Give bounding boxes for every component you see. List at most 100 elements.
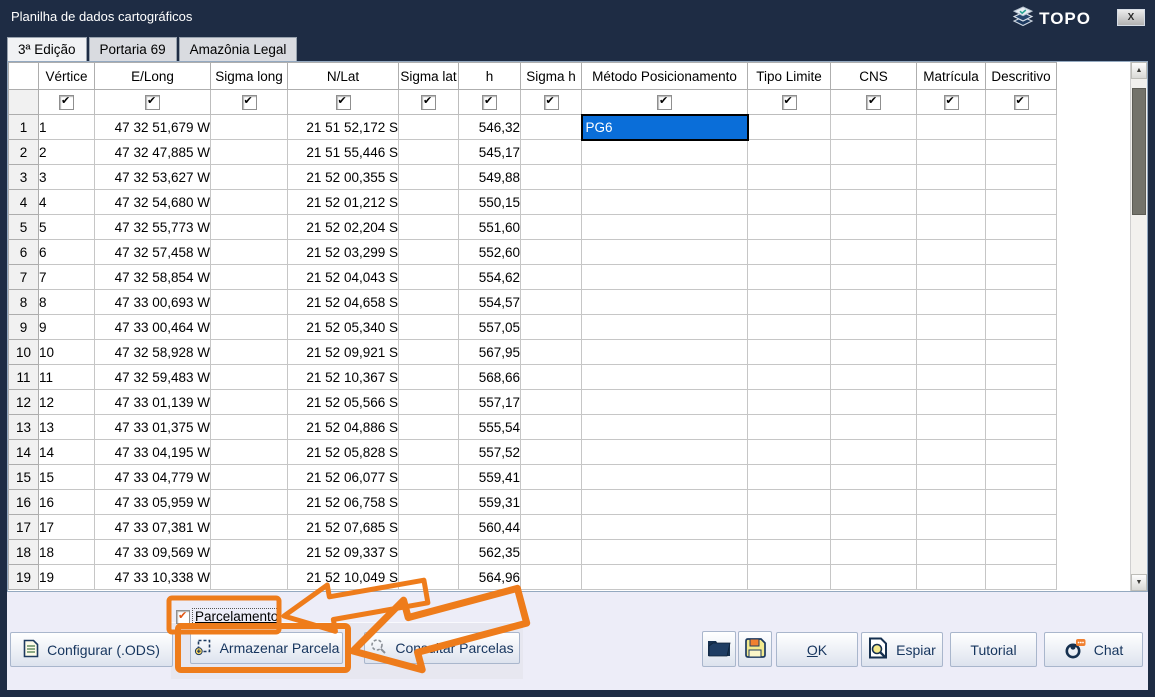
col-filter-checkbox[interactable] xyxy=(544,95,559,110)
sigma-long-cell[interactable] xyxy=(211,265,288,290)
sigma-long-cell[interactable] xyxy=(211,490,288,515)
cns-cell[interactable] xyxy=(831,440,917,465)
nlat-cell[interactable]: 21 52 05,340 S xyxy=(288,315,399,340)
h-cell[interactable]: 559,41 xyxy=(459,465,521,490)
row-number-cell[interactable]: 11 xyxy=(9,365,39,390)
h-cell[interactable]: 551,60 xyxy=(459,215,521,240)
vertice-cell[interactable]: 9 xyxy=(39,315,95,340)
row-number-cell[interactable]: 19 xyxy=(9,565,39,590)
descritivo-cell[interactable] xyxy=(986,290,1057,315)
tipo-limite-cell[interactable] xyxy=(748,165,831,190)
descritivo-cell[interactable] xyxy=(986,215,1057,240)
metodo-cell[interactable] xyxy=(582,465,748,490)
sigma-long-cell[interactable] xyxy=(211,240,288,265)
elong-cell[interactable]: 47 32 47,885 W xyxy=(95,140,211,165)
nlat-cell[interactable]: 21 52 01,212 S xyxy=(288,190,399,215)
nlat-cell[interactable]: 21 52 06,077 S xyxy=(288,465,399,490)
h-cell[interactable]: 557,05 xyxy=(459,315,521,340)
metodo-cell[interactable] xyxy=(582,540,748,565)
h-cell[interactable]: 557,52 xyxy=(459,440,521,465)
nlat-cell[interactable]: 21 51 52,172 S xyxy=(288,115,399,140)
sigma-lat-cell[interactable] xyxy=(399,515,459,540)
h-cell[interactable]: 567,95 xyxy=(459,340,521,365)
col-header-descritivo[interactable]: Descritivo xyxy=(986,63,1057,90)
matricula-cell[interactable] xyxy=(917,190,986,215)
nlat-cell[interactable]: 21 52 02,204 S xyxy=(288,215,399,240)
col-header-h[interactable]: h xyxy=(459,63,521,90)
descritivo-cell[interactable] xyxy=(986,265,1057,290)
descritivo-cell[interactable] xyxy=(986,490,1057,515)
sigma-lat-cell[interactable] xyxy=(399,165,459,190)
col-filter-checkbox[interactable] xyxy=(242,95,257,110)
sigma-long-cell[interactable] xyxy=(211,415,288,440)
nlat-cell[interactable]: 21 52 10,049 S xyxy=(288,565,399,590)
matricula-cell[interactable] xyxy=(917,465,986,490)
elong-cell[interactable]: 47 32 55,773 W xyxy=(95,215,211,240)
metodo-cell[interactable] xyxy=(582,565,748,590)
vertical-scrollbar[interactable]: ▲ ▼ xyxy=(1130,62,1147,591)
sigma-h-cell[interactable] xyxy=(521,490,582,515)
cns-cell[interactable] xyxy=(831,565,917,590)
sigma-lat-cell[interactable] xyxy=(399,215,459,240)
sigma-lat-cell[interactable] xyxy=(399,415,459,440)
descritivo-cell[interactable] xyxy=(986,515,1057,540)
descritivo-cell[interactable] xyxy=(986,365,1057,390)
cns-cell[interactable] xyxy=(831,290,917,315)
h-cell[interactable]: 568,66 xyxy=(459,365,521,390)
vertice-cell[interactable]: 10 xyxy=(39,340,95,365)
col-filter-checkbox[interactable] xyxy=(336,95,351,110)
sigma-lat-cell[interactable] xyxy=(399,240,459,265)
nlat-cell[interactable]: 21 51 55,446 S xyxy=(288,140,399,165)
metodo-cell[interactable] xyxy=(582,240,748,265)
sigma-h-cell[interactable] xyxy=(521,515,582,540)
vertice-cell[interactable]: 4 xyxy=(39,190,95,215)
armazenar-parcela-button[interactable]: Armazenar Parcela xyxy=(190,632,343,664)
scroll-down-icon[interactable]: ▼ xyxy=(1131,574,1147,591)
row-number-cell[interactable]: 5 xyxy=(9,215,39,240)
descritivo-cell[interactable] xyxy=(986,340,1057,365)
row-number-cell[interactable]: 16 xyxy=(9,490,39,515)
cns-cell[interactable] xyxy=(831,315,917,340)
h-cell[interactable]: 554,62 xyxy=(459,265,521,290)
col-header-sigma-long[interactable]: Sigma long xyxy=(211,63,288,90)
consultar-parcelas-button[interactable]: Consultar Parcelas xyxy=(364,632,520,664)
vertice-cell[interactable]: 11 xyxy=(39,365,95,390)
tipo-limite-cell[interactable] xyxy=(748,290,831,315)
h-cell[interactable]: 552,60 xyxy=(459,240,521,265)
sigma-h-cell[interactable] xyxy=(521,190,582,215)
row-number-cell[interactable]: 1 xyxy=(9,115,39,140)
metodo-cell[interactable] xyxy=(582,190,748,215)
tab-3a-edicao[interactable]: 3ª Edição xyxy=(7,37,87,61)
matricula-cell[interactable] xyxy=(917,115,986,140)
vertice-cell[interactable]: 15 xyxy=(39,465,95,490)
matricula-cell[interactable] xyxy=(917,265,986,290)
metodo-cell[interactable] xyxy=(582,490,748,515)
sigma-lat-cell[interactable] xyxy=(399,190,459,215)
sigma-h-cell[interactable] xyxy=(521,340,582,365)
sigma-h-cell[interactable] xyxy=(521,540,582,565)
vertice-cell[interactable]: 17 xyxy=(39,515,95,540)
matricula-cell[interactable] xyxy=(917,315,986,340)
descritivo-cell[interactable] xyxy=(986,440,1057,465)
tipo-limite-cell[interactable] xyxy=(748,215,831,240)
save-button[interactable] xyxy=(738,631,772,667)
tutorial-button[interactable]: Tutorial xyxy=(950,632,1037,667)
col-header-matricula[interactable]: Matrícula xyxy=(917,63,986,90)
sigma-h-cell[interactable] xyxy=(521,115,582,140)
metodo-cell[interactable] xyxy=(582,390,748,415)
sigma-long-cell[interactable] xyxy=(211,115,288,140)
descritivo-cell[interactable] xyxy=(986,140,1057,165)
h-cell[interactable]: 562,35 xyxy=(459,540,521,565)
sigma-h-cell[interactable] xyxy=(521,165,582,190)
elong-cell[interactable]: 47 33 04,779 W xyxy=(95,465,211,490)
row-number-cell[interactable]: 9 xyxy=(9,315,39,340)
elong-cell[interactable]: 47 32 53,627 W xyxy=(95,165,211,190)
nlat-cell[interactable]: 21 52 05,566 S xyxy=(288,390,399,415)
nlat-cell[interactable]: 21 52 04,658 S xyxy=(288,290,399,315)
tipo-limite-cell[interactable] xyxy=(748,515,831,540)
sigma-long-cell[interactable] xyxy=(211,365,288,390)
nlat-cell[interactable]: 21 52 05,828 S xyxy=(288,440,399,465)
vertice-cell[interactable]: 1 xyxy=(39,115,95,140)
tipo-limite-cell[interactable] xyxy=(748,440,831,465)
col-filter-checkbox[interactable] xyxy=(782,95,797,110)
